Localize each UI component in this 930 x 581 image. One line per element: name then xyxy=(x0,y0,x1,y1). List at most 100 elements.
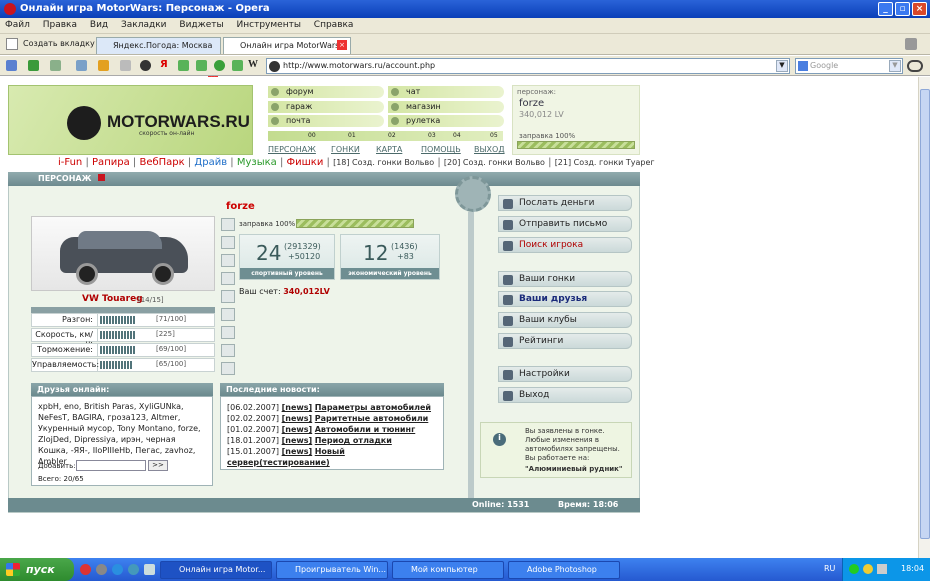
menu-tools[interactable]: Инструменты xyxy=(232,18,306,30)
car-image[interactable] xyxy=(31,216,215,291)
new-tab-button[interactable]: Создать вкладку xyxy=(23,39,95,48)
menu-mail[interactable]: почта xyxy=(268,115,384,127)
my-friends-button[interactable]: Ваши друзья xyxy=(498,291,632,307)
ratings-button[interactable]: Рейтинги xyxy=(498,333,632,349)
menu-garage[interactable]: гараж xyxy=(268,101,384,113)
close-tab-icon[interactable]: × xyxy=(337,40,347,50)
race-link[interactable]: [18] Созд. гонки Вольво xyxy=(333,158,434,167)
menu-help[interactable]: Справка xyxy=(309,18,359,30)
taskbar-opera[interactable]: Онлайн игра Motor... xyxy=(160,561,272,579)
media-quicklaunch-icon[interactable] xyxy=(128,564,139,575)
link-fishki[interactable]: Фишки xyxy=(287,157,324,168)
collapse-icon[interactable] xyxy=(98,174,106,181)
play-icon[interactable] xyxy=(214,60,225,71)
link-rapira[interactable]: Рапира xyxy=(92,157,130,168)
news-item[interactable]: [15.01.2007] [news] Новый xyxy=(227,447,345,458)
taskbar-photoshop[interactable]: Adobe Photoshop xyxy=(508,561,620,579)
car-name[interactable]: VW Touareg xyxy=(82,294,143,304)
nav-logout[interactable]: ВЫХОД xyxy=(474,145,505,154)
send-letter-button[interactable]: Отправить письмо xyxy=(498,216,632,232)
menu-edit[interactable]: Правка xyxy=(38,18,82,30)
wikipedia-icon[interactable]: W xyxy=(248,59,258,70)
chevron-down-icon[interactable]: ▼ xyxy=(776,60,788,72)
tab-motorwars[interactable]: Онлайн игра MotorWars... xyxy=(223,37,351,54)
quicklaunch-icon[interactable] xyxy=(96,564,107,575)
tuning-suspension-icon[interactable] xyxy=(221,326,235,339)
tuning-seat-icon[interactable] xyxy=(221,362,235,375)
my-clubs-button[interactable]: Ваши клубы xyxy=(498,312,632,328)
nav-map[interactable]: КАРТА xyxy=(376,145,402,154)
news-item[interactable]: [06.02.2007] [news] Параметры автомобиле… xyxy=(227,403,431,414)
nav-character[interactable]: ПЕРСОНАЖ xyxy=(268,145,316,154)
add-friend-input[interactable] xyxy=(76,460,146,471)
vertical-scrollbar[interactable] xyxy=(918,77,930,558)
trash-icon[interactable] xyxy=(905,38,917,50)
bookmark-icon[interactable] xyxy=(196,60,207,71)
network-icon[interactable] xyxy=(877,564,887,574)
tuning-transmission-icon[interactable] xyxy=(221,344,235,357)
close-button[interactable]: × xyxy=(912,2,927,16)
find-player-button[interactable]: Поиск игрока xyxy=(498,237,632,253)
edit-icon[interactable] xyxy=(120,60,131,71)
menu-roulette[interactable]: рулетка xyxy=(388,115,504,127)
minimize-button[interactable]: _ xyxy=(878,2,893,16)
race-link[interactable]: [20] Созд. гонки Вольво xyxy=(444,158,545,167)
reload-icon[interactable] xyxy=(76,60,87,71)
link-webpark[interactable]: ВебПарк xyxy=(139,157,184,168)
news-item-continued[interactable]: сервер(тестирование) xyxy=(227,458,330,469)
news-item[interactable]: [02.02.2007] [news] Раритетные автомобил… xyxy=(227,414,428,425)
fast-forward-icon[interactable] xyxy=(50,60,61,71)
nav-help[interactable]: ПОМОЩЬ xyxy=(421,145,461,154)
tuning-exhaust-icon[interactable] xyxy=(221,272,235,285)
exit-button[interactable]: Выход xyxy=(498,387,632,403)
back-icon[interactable] xyxy=(6,60,17,71)
opera-quicklaunch-icon[interactable] xyxy=(80,564,91,575)
taskbar-my-computer[interactable]: Мой компьютер xyxy=(392,561,504,579)
tab-yandex-weather[interactable]: Яндекс.Погода: Москва xyxy=(96,37,221,54)
send-money-button[interactable]: Послать деньги xyxy=(498,195,632,211)
yandex-icon[interactable]: Я xyxy=(160,59,168,70)
menu-chat[interactable]: чат xyxy=(388,86,504,98)
race-link[interactable]: [21] Созд. гонки Туарег xyxy=(555,158,655,167)
nav-races[interactable]: ГОНКИ xyxy=(331,145,360,154)
chevron-down-icon[interactable]: ▼ xyxy=(889,60,901,72)
start-button[interactable]: пуск xyxy=(0,558,74,581)
tuning-engine-icon[interactable] xyxy=(221,218,235,231)
my-races-button[interactable]: Ваши гонки xyxy=(498,271,632,287)
url-input[interactable]: http://www.motorwars.ru/account.php ▼ xyxy=(266,58,790,74)
motorwars-site-icon[interactable] xyxy=(140,60,151,71)
news-item[interactable]: [01.02.2007] [news] Автомобили и тюнинг xyxy=(227,425,415,436)
opera-reader-icon[interactable] xyxy=(907,60,923,72)
tray-icon[interactable] xyxy=(849,564,859,574)
bookmark-icon[interactable] xyxy=(178,60,189,71)
search-input[interactable]: Google ▼ xyxy=(795,58,903,74)
news-item[interactable]: [18.01.2007] [news] Период отладки xyxy=(227,436,392,447)
menu-view[interactable]: Вид xyxy=(85,18,113,30)
language-indicator[interactable]: RU xyxy=(824,564,835,573)
menu-file[interactable]: Файл xyxy=(0,18,35,30)
desktop-quicklaunch-icon[interactable] xyxy=(144,564,155,575)
taskbar-media-player[interactable]: Проигрыватель Win... xyxy=(276,561,388,579)
link-drive[interactable]: Драйв xyxy=(194,157,227,168)
add-friend-button[interactable]: >> xyxy=(148,460,168,471)
link-ifun[interactable]: i-Fun xyxy=(58,157,82,168)
menu-forum[interactable]: форум xyxy=(268,86,384,98)
tray-icon[interactable] xyxy=(863,564,873,574)
scrollbar-thumb[interactable] xyxy=(920,89,930,539)
menu-shop[interactable]: магазин xyxy=(388,101,504,113)
tuning-brakes-icon[interactable] xyxy=(221,308,235,321)
tuning-tires-icon[interactable] xyxy=(221,254,235,267)
menu-widgets[interactable]: Виджеты xyxy=(174,18,228,30)
tuning-body-icon[interactable] xyxy=(221,236,235,249)
home-icon[interactable] xyxy=(98,60,109,71)
link-music[interactable]: Музыка xyxy=(237,157,277,168)
menu-bookmarks[interactable]: Закладки xyxy=(116,18,172,30)
settings-button[interactable]: Настройки xyxy=(498,366,632,382)
friends-list[interactable]: xpbH, eno, British Paras, XyliGUNka, NeF… xyxy=(38,401,208,467)
site-logo[interactable]: MOTORWARS.RU скорость он-лайн xyxy=(8,85,253,155)
bookmark-icon[interactable] xyxy=(232,60,243,71)
ie-quicklaunch-icon[interactable] xyxy=(112,564,123,575)
tuning-wheel-icon[interactable] xyxy=(221,290,235,303)
maximize-button[interactable]: ▫ xyxy=(895,2,910,16)
forward-icon[interactable] xyxy=(28,60,39,71)
